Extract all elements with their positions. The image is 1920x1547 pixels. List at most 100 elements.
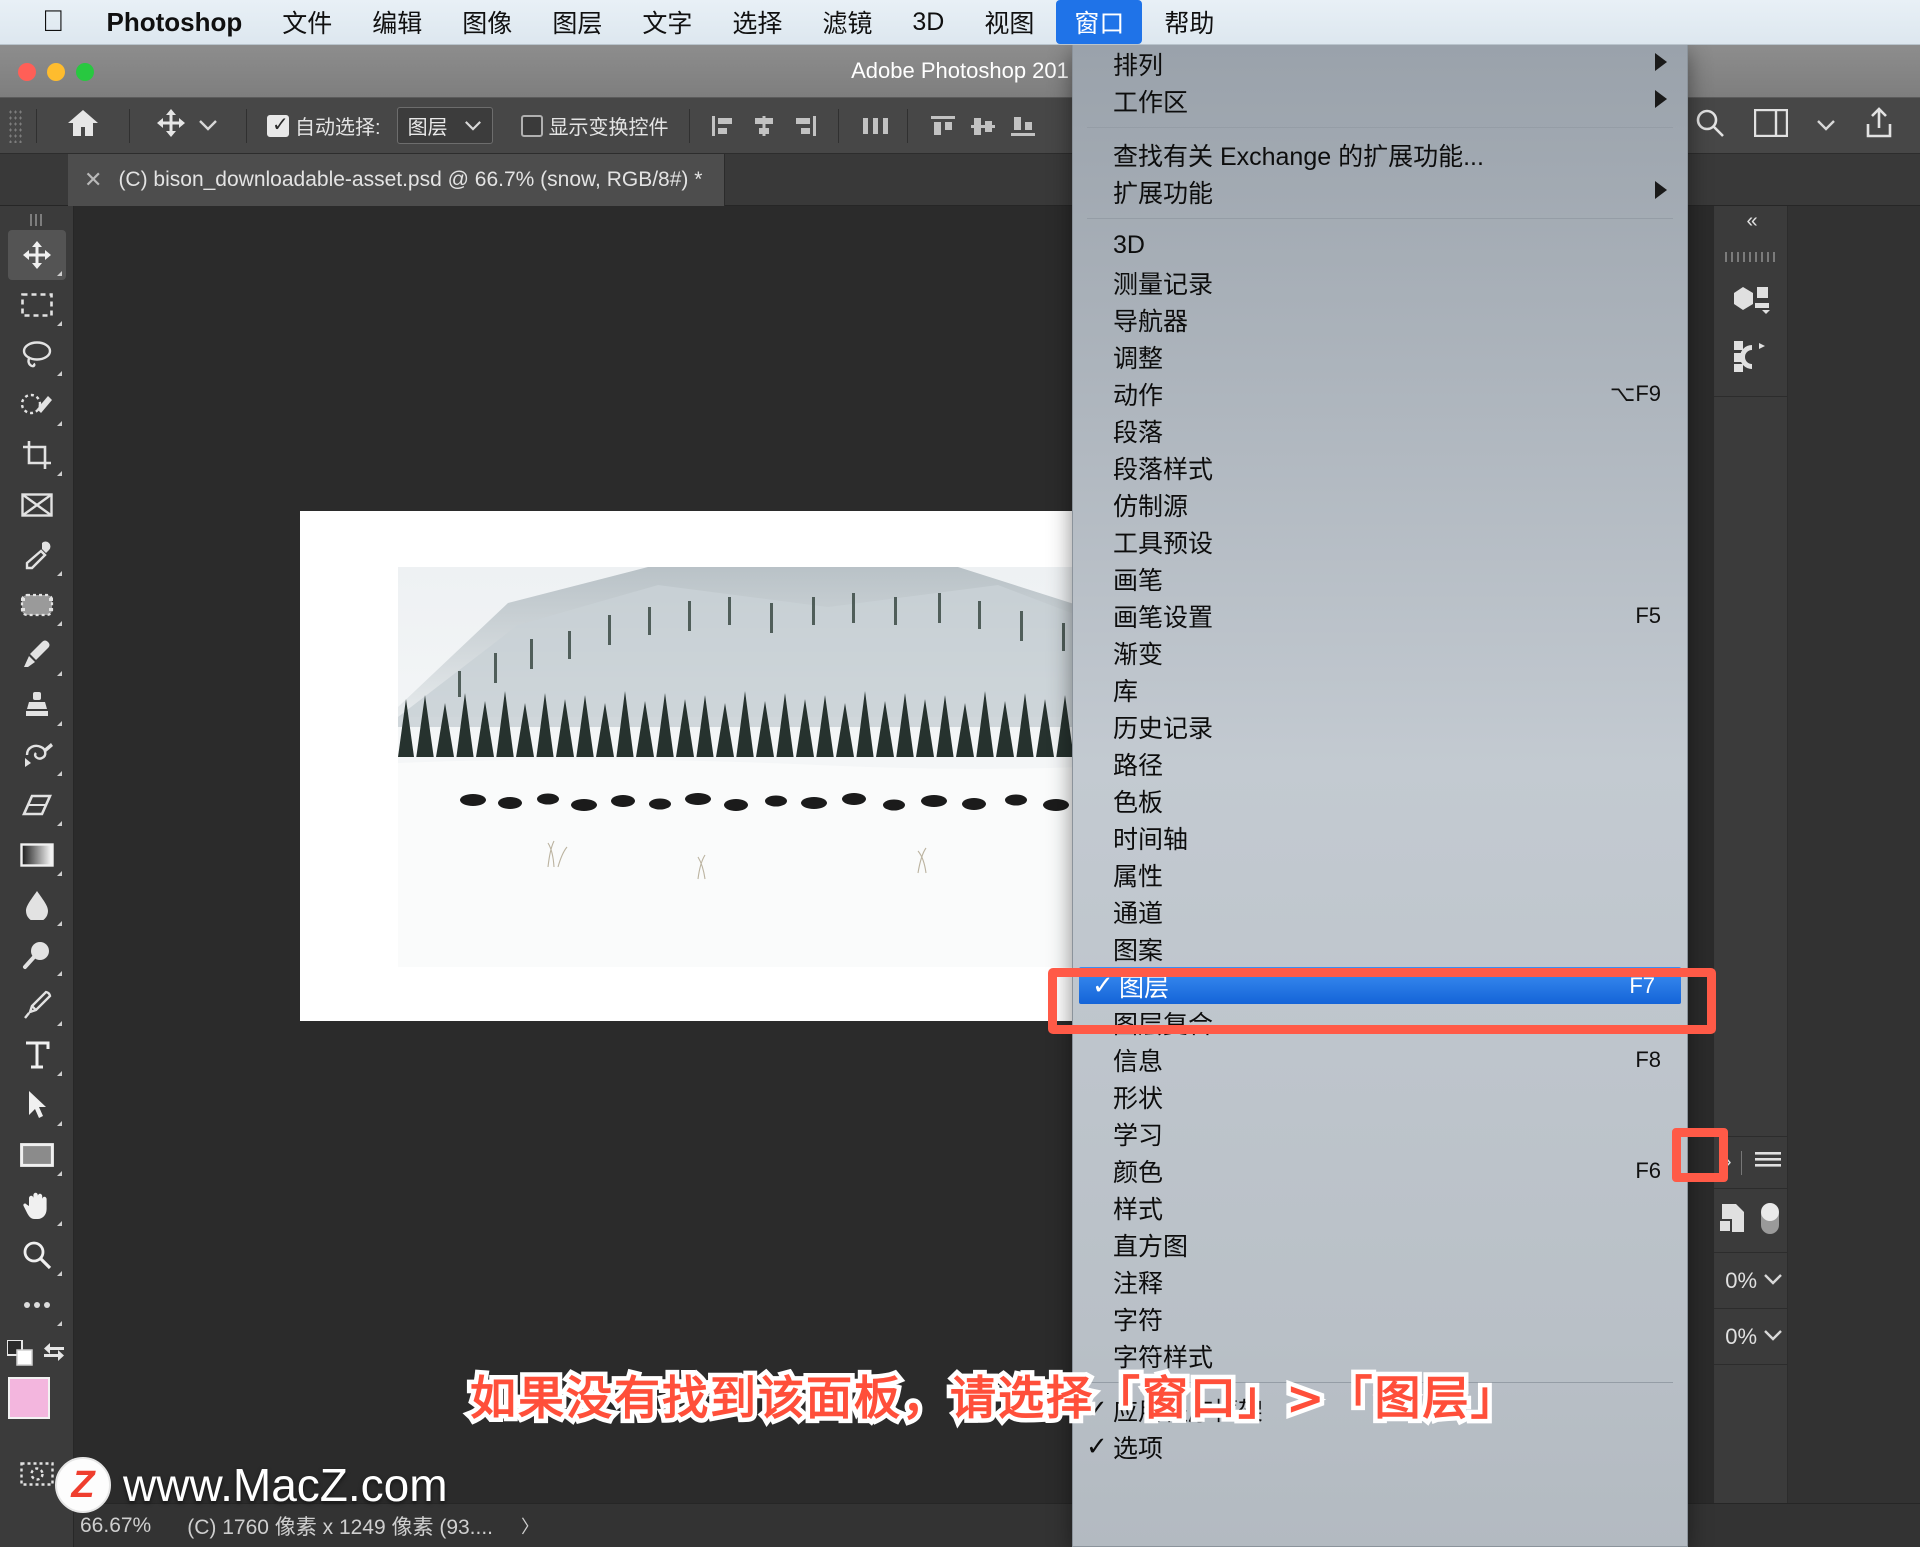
home-icon[interactable] xyxy=(67,108,99,144)
double-chevron-left-icon[interactable]: « xyxy=(1746,210,1757,233)
window-menu-item-工具预设[interactable]: 工具预设 xyxy=(1073,523,1687,560)
chevron-down-icon[interactable] xyxy=(1763,1272,1783,1290)
rectangle-tool[interactable] xyxy=(8,1130,66,1180)
blur-tool[interactable] xyxy=(8,880,66,930)
dodge-tool[interactable] xyxy=(8,930,66,980)
zoom-tool[interactable] xyxy=(8,1230,66,1280)
window-menu-item-直方图[interactable]: 直方图 xyxy=(1073,1226,1687,1263)
collapse-panels-button[interactable]: « xyxy=(1714,206,1787,236)
chevron-down-icon[interactable] xyxy=(1816,114,1836,137)
minimize-window-button[interactable] xyxy=(47,63,65,81)
menu-bar-item-3[interactable]: 图像 xyxy=(444,0,530,44)
foreground-color-swatch[interactable] xyxy=(7,1377,50,1419)
window-menu-item-形状[interactable]: 形状 xyxy=(1073,1078,1687,1115)
history-brush-tool[interactable] xyxy=(8,730,66,780)
window-menu-item-扩展功能[interactable]: 扩展功能 xyxy=(1073,173,1687,210)
window-menu-item-测量记录[interactable]: 测量记录 xyxy=(1073,264,1687,301)
move-tool-dropdown-chevron-icon[interactable] xyxy=(198,114,218,137)
toggle-switch-icon[interactable] xyxy=(1757,1200,1783,1241)
close-icon[interactable]: ✕ xyxy=(84,167,102,193)
panel-grip[interactable] xyxy=(1714,242,1787,272)
window-menu-item-调整[interactable]: 调整 xyxy=(1073,338,1687,375)
menu-bar-item-6[interactable]: 选择 xyxy=(714,0,800,44)
window-menu-item-信息[interactable]: 信息 F8 xyxy=(1073,1041,1687,1078)
gradient-tool[interactable] xyxy=(8,830,66,880)
menu-bar-item-1[interactable]: 文件 xyxy=(264,0,350,44)
window-controls[interactable] xyxy=(18,63,94,81)
window-menu-item-查找有关 Exchange 的扩展功能...[interactable]: 查找有关 Exchange 的扩展功能... xyxy=(1073,136,1687,173)
window-menu-dropdown[interactable]: 排列 工作区 查找有关 Exchange 的扩展功能... 扩展功能 3D 测量记录 导航器… xyxy=(1072,45,1688,1547)
window-menu-item-动作[interactable]: 动作 ⌥F9 xyxy=(1073,375,1687,412)
align-top-edges-icon[interactable] xyxy=(929,114,955,138)
window-menu-item-画笔[interactable]: 画笔 xyxy=(1073,560,1687,597)
edit-toolbar-tool[interactable] xyxy=(8,1280,66,1330)
menu-bar-item-10[interactable]: 窗口 xyxy=(1056,0,1143,44)
window-menu-item-注释[interactable]: 注释 xyxy=(1073,1263,1687,1300)
checkbox-box[interactable] xyxy=(267,112,289,137)
spot-healing-brush-tool[interactable] xyxy=(8,580,66,630)
menu-bar-item-9[interactable]: 视图 xyxy=(966,0,1052,44)
align-vertical-centers-icon[interactable] xyxy=(969,114,995,138)
window-menu-item-通道[interactable]: 通道 xyxy=(1073,893,1687,930)
eraser-tool[interactable] xyxy=(8,780,66,830)
window-menu-item-图层复合[interactable]: 图层复合 xyxy=(1073,1004,1687,1041)
menu-bar-item-2[interactable]: 编辑 xyxy=(354,0,440,44)
show-transform-controls-checkbox[interactable]: 显示变换控件 xyxy=(515,109,675,142)
rectangular-marquee-tool[interactable] xyxy=(8,280,66,330)
move-tool[interactable] xyxy=(7,230,66,280)
quick-selection-tool[interactable] xyxy=(8,380,66,430)
window-menu-item-图案[interactable]: 图案 xyxy=(1073,930,1687,967)
swap-colors-icon[interactable] xyxy=(43,1341,67,1370)
window-menu-item-排列[interactable]: 排列 xyxy=(1073,45,1687,82)
window-menu-item-时间轴[interactable]: 时间轴 xyxy=(1073,819,1687,856)
move-tool-icon[interactable] xyxy=(156,108,186,144)
align-bottom-edges-icon[interactable] xyxy=(1009,114,1035,138)
window-menu-item-样式[interactable]: 样式 xyxy=(1073,1189,1687,1226)
window-menu-item-库[interactable]: 库 xyxy=(1073,671,1687,708)
window-menu-item-画笔设置[interactable]: 画笔设置 F5 xyxy=(1073,597,1687,634)
align-left-edges-icon[interactable] xyxy=(711,114,737,138)
menu-bar-item-8[interactable]: 3D xyxy=(894,4,962,41)
search-icon[interactable] xyxy=(1694,107,1726,145)
distribute-horizontally-icon[interactable] xyxy=(860,114,888,138)
frame-tool[interactable] xyxy=(8,480,66,530)
window-menu-item-色板[interactable]: 色板 xyxy=(1073,782,1687,819)
hand-tool[interactable] xyxy=(8,1180,66,1230)
options-bar-grip[interactable] xyxy=(8,108,22,143)
align-horizontal-centers-icon[interactable] xyxy=(751,114,777,138)
window-menu-item-渐变[interactable]: 渐变 xyxy=(1073,634,1687,671)
clone-stamp-tool[interactable] xyxy=(8,680,66,730)
window-menu-item-图层[interactable]: ✓ 图层 F7 xyxy=(1079,967,1681,1004)
auto-select-checkbox[interactable]: 自动选择: xyxy=(261,109,387,142)
window-menu-item-导航器[interactable]: 导航器 xyxy=(1073,301,1687,338)
window-menu-item-颜色[interactable]: 颜色 F6 xyxy=(1073,1152,1687,1189)
default-colors-icon[interactable] xyxy=(5,1339,33,1371)
align-right-edges-icon[interactable] xyxy=(791,114,817,138)
menu-bar-item-0[interactable]: Photoshop xyxy=(89,3,261,42)
document-tab[interactable]: ✕ (C) bison_downloadable-asset.psd @ 66.… xyxy=(68,154,726,206)
menu-bar-item-4[interactable]: 图层 xyxy=(534,0,620,44)
fill-value[interactable]: 0% xyxy=(1725,1324,1757,1350)
arrange-documents-icon[interactable] xyxy=(1753,108,1789,143)
window-menu-item-字符[interactable]: 字符 xyxy=(1073,1300,1687,1337)
crop-tool[interactable] xyxy=(8,430,66,480)
window-menu-item-历史记录[interactable]: 历史记录 xyxy=(1073,708,1687,745)
brush-tool[interactable] xyxy=(8,630,66,680)
panel-menu-icon[interactable] xyxy=(1754,1151,1781,1174)
apple-logo-icon[interactable]:  xyxy=(42,7,65,37)
path-selection-tool[interactable] xyxy=(8,1080,66,1130)
3d-panel-icon[interactable] xyxy=(1714,272,1787,328)
window-menu-item-路径[interactable]: 路径 xyxy=(1073,745,1687,782)
chevron-down-icon[interactable] xyxy=(1763,1328,1783,1346)
status-expand-icon[interactable]: 〉 xyxy=(521,1513,539,1539)
window-menu-item-段落样式[interactable]: 段落样式 xyxy=(1073,449,1687,486)
window-menu-item-仿制源[interactable]: 仿制源 xyxy=(1073,486,1687,523)
adjustments-panel-icon[interactable] xyxy=(1714,328,1787,384)
window-menu-item-选项[interactable]: ✓ 选项 xyxy=(1073,1428,1687,1465)
horizontal-type-tool[interactable] xyxy=(8,1030,66,1080)
menu-bar-item-7[interactable]: 滤镜 xyxy=(804,0,890,44)
toolbar-grip[interactable] xyxy=(29,214,44,226)
color-swatches[interactable] xyxy=(6,1377,68,1439)
lasso-tool[interactable] xyxy=(8,330,66,380)
window-menu-item-段落[interactable]: 段落 xyxy=(1073,412,1687,449)
